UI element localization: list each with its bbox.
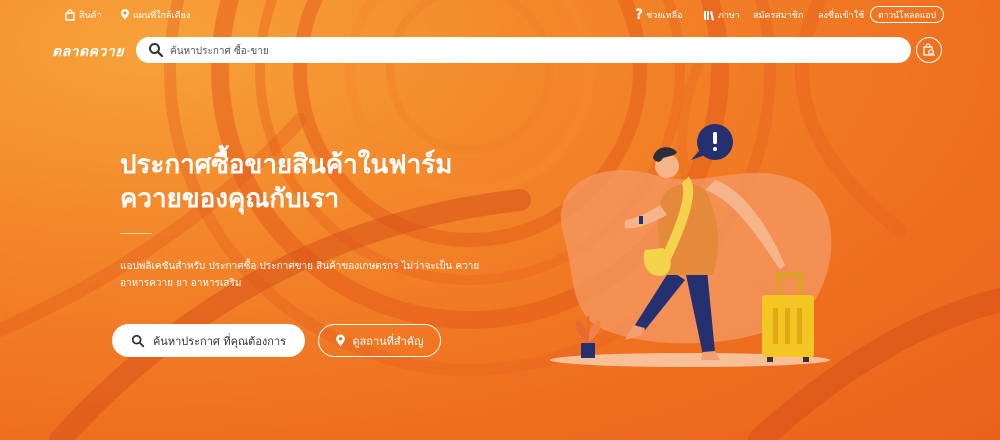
site-logo[interactable]: ตลาดควาย xyxy=(52,41,124,63)
background-art xyxy=(0,0,1000,440)
traveler-illustration xyxy=(550,124,832,367)
view-places-label: ดูสถานที่สำคัญ xyxy=(352,334,424,348)
search-icon[interactable] xyxy=(148,42,164,58)
nearby-label: แผนที่ใกล้เคียง xyxy=(133,11,191,21)
language-link[interactable]: ภาษา xyxy=(703,8,740,22)
search-listings-label: ค้นหาประกาศ ที่คุณต้องการ xyxy=(152,334,287,348)
search-bar xyxy=(136,37,911,63)
login-link[interactable]: ลงชื่อเข้าใช้ xyxy=(818,8,864,22)
headline-line-1: ประกาศซื้อขายสินค้าในฟาร์ม xyxy=(120,150,453,180)
search-icon xyxy=(131,334,145,347)
search-input[interactable] xyxy=(168,41,872,61)
page: สินค้า แผนที่ใกล้เคียง ? ช่วยเหลือ ภาษา … xyxy=(0,0,1000,440)
register-label: สมัครสมาชิก xyxy=(753,11,804,21)
view-places-button[interactable]: ดูสถานที่สำคัญ xyxy=(318,324,441,357)
location-pin-icon xyxy=(121,9,129,20)
hero-headline: ประกาศซื้อขายสินค้าในฟาร์ม ควายของคุณกับ… xyxy=(120,148,550,216)
description-line-2: อาหารควาย ยา อาหารเสริม xyxy=(120,278,242,289)
cart-search-icon xyxy=(923,43,936,57)
products-link[interactable]: สินค้า xyxy=(64,8,102,22)
top-bar: สินค้า แผนที่ใกล้เคียง ? ช่วยเหลือ ภาษา … xyxy=(0,0,1000,32)
help-label: ช่วยเหลือ xyxy=(646,11,683,21)
hero-divider xyxy=(120,233,152,234)
download-label: ดาวน์โหลดแอป xyxy=(878,10,936,21)
login-label: ลงชื่อเข้าใช้ xyxy=(818,11,865,21)
help-link[interactable]: ? ช่วยเหลือ xyxy=(635,8,683,22)
shopping-bag-icon xyxy=(65,9,75,21)
language-label: ภาษา xyxy=(718,11,740,21)
products-label: สินค้า xyxy=(79,11,102,21)
register-link[interactable]: สมัครสมาชิก xyxy=(753,8,803,22)
nearby-map-link[interactable]: แผนที่ใกล้เคียง xyxy=(120,8,190,22)
library-icon xyxy=(704,10,714,20)
search-listings-button[interactable]: ค้นหาประกาศ ที่คุณต้องการ xyxy=(112,324,305,357)
hero-description: แอปพลิเคชันสำหรับ ประกาศซื้อ ประกาศขาย ส… xyxy=(120,258,500,292)
headline-line-2: ควายของคุณกับเรา xyxy=(120,184,340,214)
location-pin-icon xyxy=(336,333,346,346)
description-line-1: แอปพลิเคชันสำหรับ ประกาศซื้อ ประกาศขาย ส… xyxy=(120,261,480,272)
download-app-button[interactable]: ดาวน์โหลดแอป xyxy=(870,6,944,23)
cart-search-button[interactable] xyxy=(916,37,942,63)
question-icon: ? xyxy=(635,7,644,23)
